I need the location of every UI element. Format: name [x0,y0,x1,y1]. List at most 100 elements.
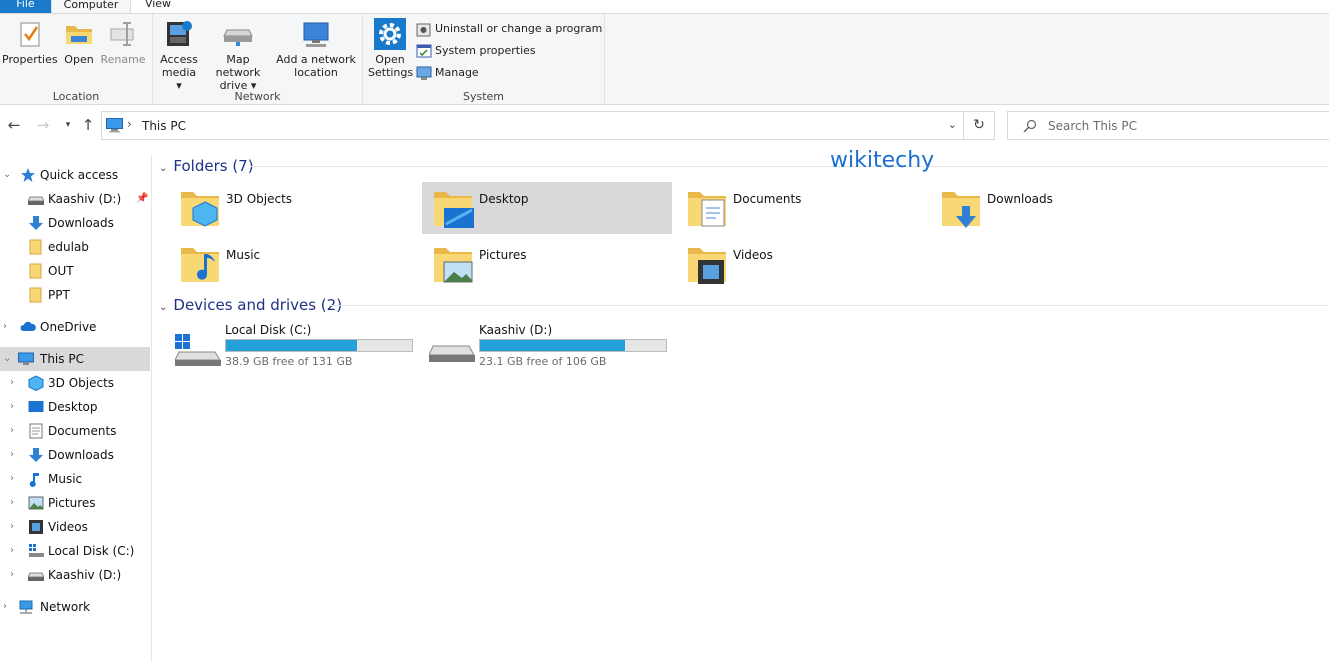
rename-label: Rename [100,53,146,66]
refresh-icon: ↻ [973,117,985,133]
3d-objects-folder-icon [181,192,219,227]
drive-item-kaashiv-d[interactable]: Kaashiv (D:) 23.1 GB free of 106 GB [423,322,673,372]
sidebar-item-downloads[interactable]: Downloads [0,211,150,235]
file-explorer-window: File Computer View Properties Open Renam… [0,0,1329,662]
folder-item-videos[interactable]: Videos [676,238,926,290]
tab-view[interactable]: View [131,0,185,13]
map-network-drive-button[interactable]: Map network drive ▾ [203,18,273,92]
this-pc-icon [106,118,123,133]
sidebar-item-label: PPT [48,288,70,302]
chevron-down-icon: ⌄ [159,302,168,313]
sidebar-item-label: Kaashiv (D:) [48,192,122,206]
search-box[interactable]: Search This PC [1007,111,1329,140]
sidebar-item-pictures[interactable]: › Pictures [0,491,150,515]
recent-locations-button[interactable]: ▾ [59,116,77,134]
sidebar-item-label: Documents [48,424,117,438]
sidebar-item-videos[interactable]: › Videos [0,515,150,539]
manage-button[interactable]: Manage [416,64,479,84]
documents-folder-icon [688,192,726,227]
drive-icon [429,345,475,362]
forward-button[interactable]: → [34,116,52,134]
sidebar-item-downloads-pc[interactable]: › Downloads [0,443,150,467]
sidebar-item-ppt[interactable]: PPT [0,283,150,307]
sidebar-item-3d-objects[interactable]: › 3D Objects [0,371,150,395]
downloads-folder-icon [942,192,980,228]
ribbon-tabs: File Computer View [0,0,1329,13]
system-properties-icon [416,44,432,58]
search-placeholder: Search This PC [1048,119,1137,133]
chevron-right-icon[interactable]: › [10,563,14,587]
pin-icon: 📌 [136,193,149,204]
chevron-down-icon[interactable]: ⌄ [3,163,11,187]
uninstall-program-button[interactable]: Uninstall or change a program [416,20,602,40]
system-drive-icon [175,334,221,366]
folders-section-header[interactable]: ⌄ Folders (7) [159,155,254,177]
open-settings-button[interactable]: Open Settings [368,18,413,79]
folder-item-3d-objects[interactable]: 3D Objects [169,182,419,234]
sidebar-item-label: Music [48,472,83,486]
sidebar-item-label: Downloads [48,216,114,230]
folder-item-desktop[interactable]: Desktop [422,182,672,234]
sidebar-item-out[interactable]: OUT [0,259,150,283]
chevron-right-icon[interactable]: › [10,515,14,539]
chevron-right-icon[interactable]: › [10,419,14,443]
search-icon [1023,119,1037,133]
drive-item-local-disk-c[interactable]: Local Disk (C:) 38.9 GB free of 131 GB [169,322,419,372]
sidebar-item-desktop[interactable]: › Desktop [0,395,150,419]
address-bar[interactable]: › This PC ⌄ [101,111,964,140]
system-properties-button[interactable]: System properties [416,42,536,62]
sidebar-item-onedrive[interactable]: › OneDrive [0,315,150,339]
section-divider [251,166,1329,167]
sidebar-item-label: Downloads [48,448,114,462]
drives-section-header[interactable]: ⌄ Devices and drives (2) [159,294,342,316]
refresh-button[interactable]: ↻ [964,111,995,140]
tab-file[interactable]: File [0,0,51,13]
up-button[interactable]: ↑ [79,116,97,134]
watermark: wikitechy [830,148,935,173]
drive-free-space: 23.1 GB free of 106 GB [479,355,607,368]
chevron-right-icon[interactable]: › [10,467,14,491]
chevron-right-icon[interactable]: › [10,371,14,395]
sidebar-item-documents[interactable]: › Documents [0,419,150,443]
breadcrumb-this-pc[interactable]: This PC [142,119,186,133]
sidebar-item-this-pc[interactable]: ⌄ This PC [0,347,150,371]
properties-button[interactable]: Properties [2,18,58,66]
open-button[interactable]: Open [61,18,97,66]
chevron-right-icon[interactable]: › [3,315,7,339]
sidebar-item-music[interactable]: › Music [0,467,150,491]
access-media-label-1: Access [160,53,198,66]
chevron-right-icon[interactable]: › [10,395,14,419]
sidebar-item-edulab[interactable]: edulab [0,235,150,259]
chevron-right-icon[interactable]: › [10,443,14,467]
add-network-location-button[interactable]: Add a network location [276,18,356,79]
chevron-down-icon[interactable]: ⌄ [3,347,11,371]
star-icon [21,168,35,182]
rename-button[interactable]: Rename [100,18,146,66]
back-arrow-icon: ← [7,116,21,134]
sidebar-item-network[interactable]: › Network [0,595,150,619]
folder-item-documents[interactable]: Documents [676,182,926,234]
onedrive-label: OneDrive [40,320,97,334]
access-media-button[interactable]: Access media ▾ [158,18,200,92]
tab-computer[interactable]: Computer [51,0,131,13]
sidebar-item-kaashiv[interactable]: Kaashiv (D:) 📌 [0,187,150,211]
folder-item-downloads[interactable]: Downloads [930,182,1180,234]
folders-header-label: Folders (7) [173,157,254,175]
sidebar-item-kaashiv-pc[interactable]: › Kaashiv (D:) [0,563,150,587]
network-icon [19,600,33,614]
ribbon: Properties Open Rename Location Access m… [0,13,1329,105]
folder-item-music[interactable]: Music [169,238,419,290]
drive-name: Local Disk (C:) [225,323,312,337]
chevron-right-icon[interactable]: › [10,491,14,515]
folder-item-pictures[interactable]: Pictures [422,238,672,290]
sidebar-item-local-disk-c[interactable]: › Local Disk (C:) [0,539,150,563]
back-button[interactable]: ← [5,116,23,134]
address-dropdown-icon[interactable]: ⌄ [948,118,957,131]
section-divider [329,305,1329,306]
desktop-folder-icon [434,192,474,228]
folder-label: Music [226,248,261,262]
chevron-right-icon[interactable]: › [3,595,7,619]
sidebar-item-quick-access[interactable]: ⌄ Quick access [0,163,150,187]
chevron-right-icon[interactable]: › [10,539,14,563]
location-group: Properties Open Rename Location [0,14,153,105]
